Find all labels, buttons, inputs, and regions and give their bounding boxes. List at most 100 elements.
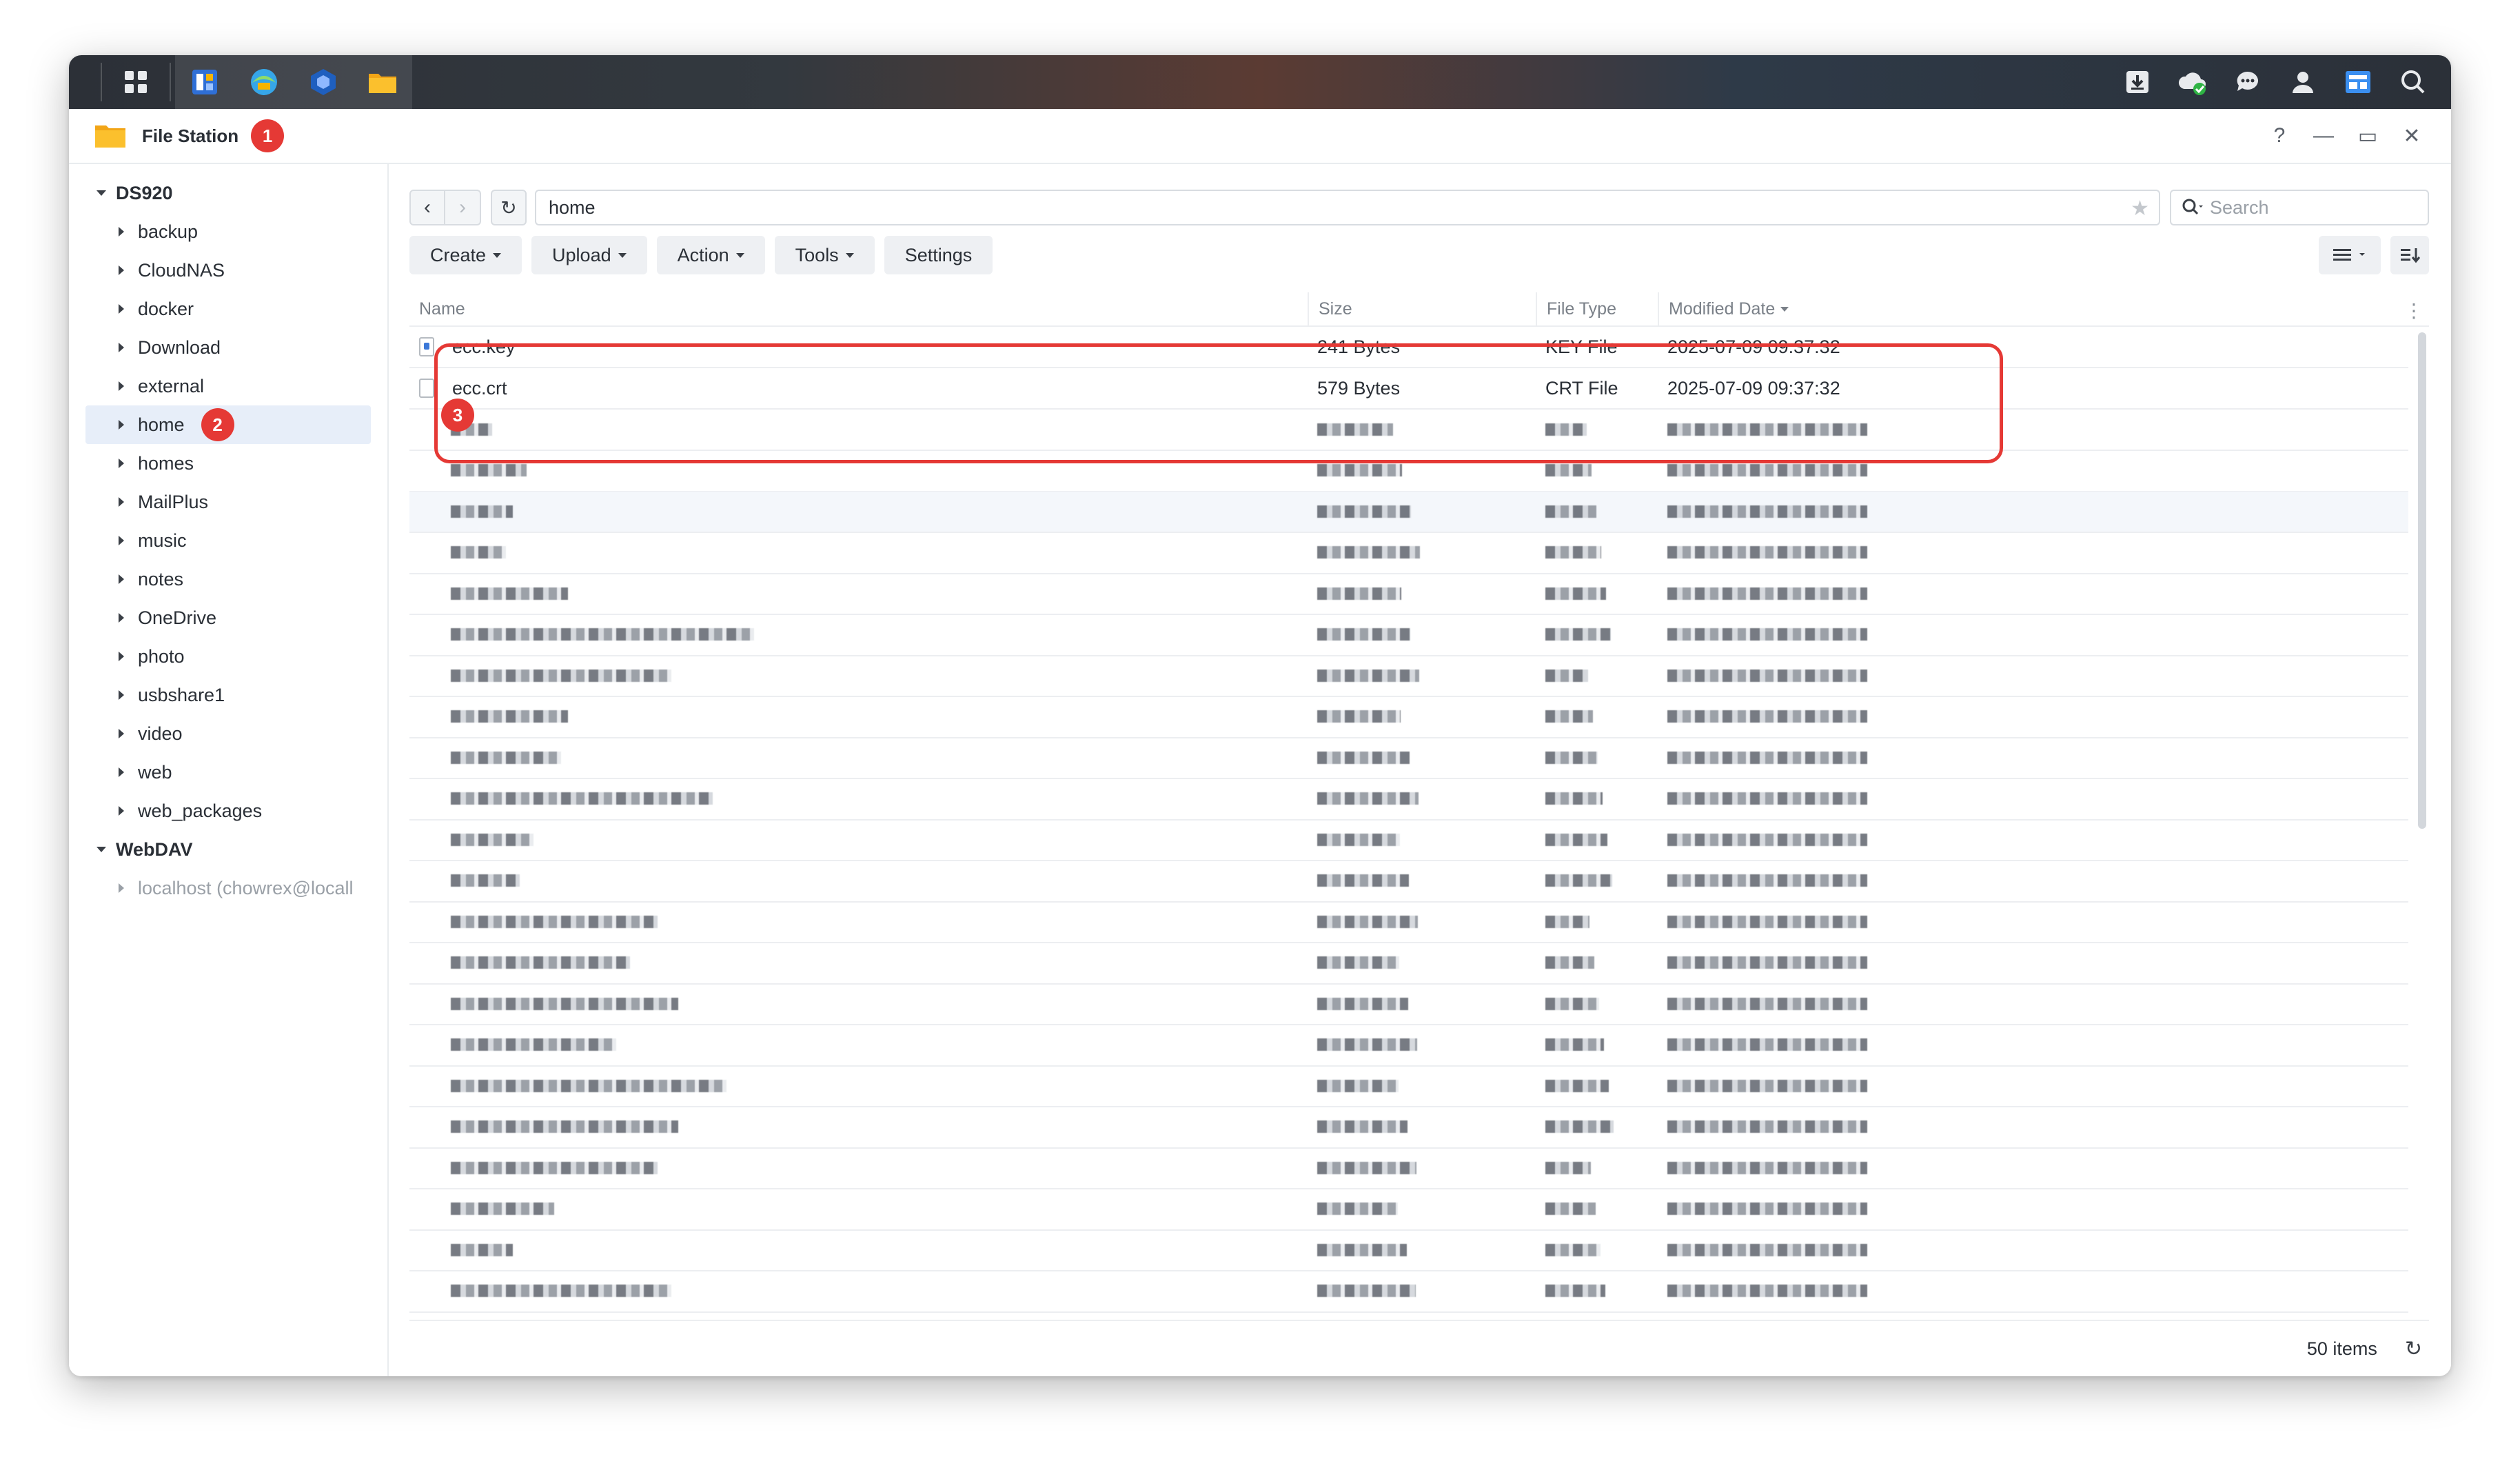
caret-right-icon[interactable] — [119, 420, 124, 430]
tree-item-home[interactable]: home 2 — [85, 405, 371, 444]
caret-right-icon[interactable] — [119, 883, 124, 893]
tree-item-music[interactable]: music — [69, 521, 387, 560]
expand-caret-icon[interactable] — [96, 190, 106, 196]
redacted-text — [1317, 956, 1399, 969]
star-icon[interactable]: ★ — [2131, 197, 2149, 221]
caret-right-icon[interactable] — [119, 767, 124, 777]
redacted-text — [451, 710, 568, 723]
search-icon[interactable] — [2389, 55, 2437, 109]
redacted-text — [1667, 1203, 1867, 1215]
tree-item-cloudnas[interactable]: CloudNAS — [69, 251, 387, 290]
column-options-icon[interactable]: ⋮ — [2404, 299, 2424, 322]
tree-item-backup[interactable]: backup — [69, 212, 387, 251]
column-header-size[interactable]: Size — [1308, 292, 1536, 325]
tools-label: Tools — [795, 244, 839, 265]
tree-item-mailplus[interactable]: MailPlus — [69, 483, 387, 521]
column-header-type[interactable]: File Type — [1536, 292, 1658, 325]
back-button[interactable]: ‹ — [409, 190, 445, 225]
upload-button[interactable]: Upload — [531, 236, 647, 274]
user-icon[interactable] — [2279, 55, 2327, 109]
obscured-row — [409, 902, 2408, 943]
column-header-date[interactable]: Modified Date — [1658, 292, 2016, 325]
action-button[interactable]: Action — [656, 236, 765, 274]
scrollbar[interactable] — [2418, 332, 2426, 829]
tree-item-download[interactable]: Download — [69, 328, 387, 367]
settings-button[interactable]: Settings — [884, 236, 993, 274]
caret-right-icon[interactable] — [119, 497, 124, 507]
tree-item-web[interactable]: web — [69, 753, 387, 792]
tree-item-onedrive[interactable]: OneDrive — [69, 598, 387, 637]
caret-right-icon[interactable] — [119, 652, 124, 661]
package-center-icon[interactable] — [175, 55, 234, 109]
table-row[interactable]: ecc.crt 579 Bytes CRT File 2025-07-09 09… — [409, 368, 2408, 410]
redacted-text — [1317, 1285, 1416, 1297]
caret-right-icon[interactable] — [119, 536, 124, 545]
table-row[interactable]: ecc.key 241 Bytes KEY File 2025-07-09 09… — [409, 327, 2408, 368]
caret-right-icon[interactable] — [119, 729, 124, 738]
tree-item-label: backup — [138, 221, 199, 242]
tree-item-photo[interactable]: photo — [69, 637, 387, 676]
tree-item-notes[interactable]: notes — [69, 560, 387, 598]
sort-button[interactable] — [2390, 236, 2429, 274]
hyper-backup-icon[interactable] — [294, 55, 353, 109]
expand-caret-icon[interactable] — [96, 847, 106, 852]
caret-right-icon[interactable] — [119, 459, 124, 468]
close-icon[interactable]: ✕ — [2400, 124, 2424, 148]
widgets-icon[interactable] — [2334, 55, 2382, 109]
redacted-text — [1317, 587, 1401, 600]
tree-item-external[interactable]: external — [69, 367, 387, 405]
redacted-text — [1317, 751, 1410, 764]
caret-right-icon[interactable] — [119, 690, 124, 700]
caret-right-icon[interactable] — [119, 343, 124, 352]
tree-item-webdav-localhost[interactable]: localhost (chowrex@locall — [69, 869, 387, 907]
tree-root-webdav[interactable]: WebDAV — [69, 830, 387, 869]
caret-right-icon[interactable] — [119, 381, 124, 391]
cloud-sync-icon[interactable] — [2168, 55, 2217, 109]
tools-button[interactable]: Tools — [774, 236, 875, 274]
tree-item-usbshare1[interactable]: usbshare1 — [69, 676, 387, 714]
caret-right-icon[interactable] — [119, 227, 124, 237]
redacted-text — [1667, 1285, 1867, 1297]
caret-right-icon[interactable] — [119, 574, 124, 584]
tree-item-label: web — [138, 761, 172, 783]
browser-icon[interactable] — [234, 55, 294, 109]
main-menu-icon[interactable] — [106, 55, 165, 109]
obscured-row — [409, 1025, 2408, 1067]
refresh-icon[interactable]: ↻ — [2405, 1337, 2422, 1361]
obscured-row — [409, 779, 2408, 821]
minimize-icon[interactable]: — — [2312, 124, 2335, 148]
refresh-button[interactable]: ↻ — [491, 190, 527, 225]
create-label: Create — [430, 244, 487, 265]
tree-item-docker[interactable]: docker — [69, 290, 387, 328]
tree-item-label: Download — [138, 336, 221, 358]
tree-item-video[interactable]: video — [69, 714, 387, 753]
redacted-text — [1317, 1203, 1398, 1215]
tree-item-label: usbshare1 — [138, 684, 225, 705]
create-button[interactable]: Create — [409, 236, 522, 274]
tree-item-homes[interactable]: homes — [69, 444, 387, 483]
restore-icon[interactable]: ▭ — [2356, 124, 2379, 148]
column-header-name[interactable]: Name — [409, 292, 1308, 325]
caret-right-icon[interactable] — [119, 806, 124, 816]
redacted-text — [1317, 669, 1419, 682]
key-file-icon — [419, 337, 434, 356]
help-icon[interactable]: ? — [2268, 124, 2291, 148]
tree-item-web-packages[interactable]: web_packages — [69, 792, 387, 830]
caret-right-icon[interactable] — [119, 265, 124, 275]
view-mode-button[interactable] — [2319, 236, 2381, 274]
tree-root-ds920[interactable]: DS920 — [69, 174, 387, 212]
item-count: 50 items — [2306, 1338, 2377, 1359]
redacted-text — [451, 587, 568, 600]
caret-right-icon[interactable] — [119, 613, 124, 623]
download-icon[interactable] — [2113, 55, 2162, 109]
redacted-text — [1317, 915, 1418, 928]
forward-button[interactable]: › — [445, 190, 481, 225]
redacted-text — [1545, 669, 1588, 682]
chat-icon[interactable] — [2224, 55, 2272, 109]
redacted-text — [1667, 1243, 1867, 1256]
caret-right-icon[interactable] — [119, 304, 124, 314]
file-station-icon[interactable] — [353, 55, 412, 109]
action-label: Action — [677, 244, 729, 265]
path-field[interactable]: home ★ — [535, 190, 2160, 225]
search-input[interactable]: Search — [2170, 190, 2429, 225]
